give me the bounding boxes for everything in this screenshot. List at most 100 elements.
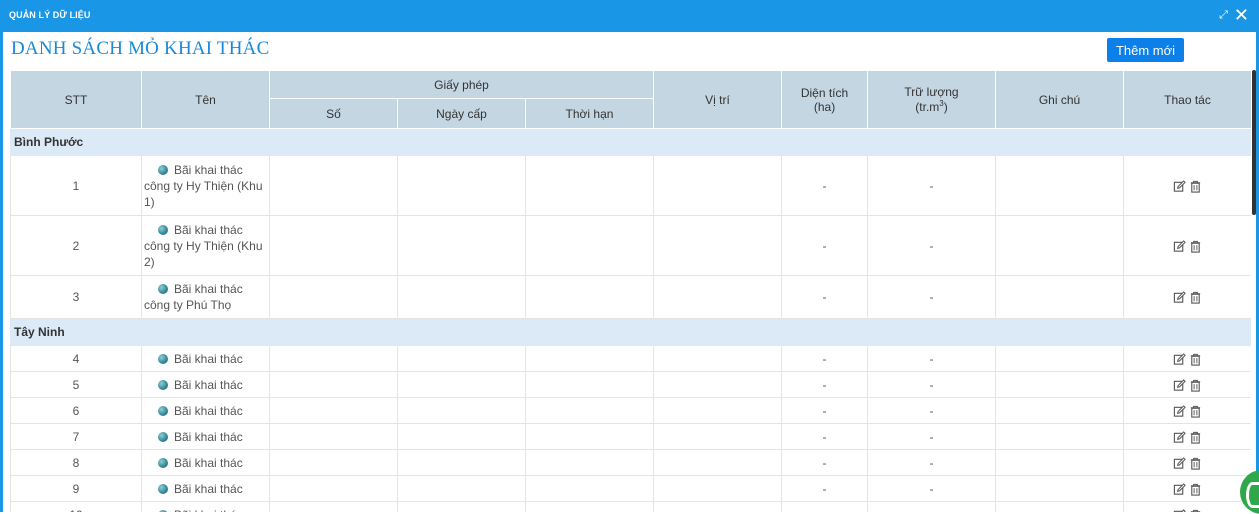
cell-ten[interactable]: Bãi khai thác: [142, 346, 270, 372]
edit-icon[interactable]: [1173, 238, 1186, 252]
header-dien-tich-unit: (ha): [782, 100, 867, 114]
trash-icon[interactable]: [1189, 481, 1202, 495]
table-row[interactable]: 10Bãi khai thác--: [11, 502, 1252, 513]
cell-thoi-han: [526, 398, 654, 424]
table-row[interactable]: 6Bãi khai thác--: [11, 398, 1252, 424]
table-row[interactable]: 9Bãi khai thác--: [11, 476, 1252, 502]
header-tru-luong-label: Trữ lượng: [868, 85, 995, 99]
edit-icon[interactable]: [1173, 178, 1186, 192]
edit-icon[interactable]: [1173, 481, 1186, 495]
cell-tru-luong: -: [868, 156, 996, 216]
header-ten: Tên: [142, 71, 270, 129]
table-body: Bình Phước1Bãi khai thác công ty Hy Thiệ…: [11, 129, 1252, 513]
cell-thoi-han: [526, 156, 654, 216]
header-dien-tich-label: Diện tích: [782, 86, 867, 100]
close-icon[interactable]: ✕: [1234, 6, 1249, 24]
trash-icon[interactable]: [1189, 238, 1202, 252]
edit-icon[interactable]: [1173, 403, 1186, 417]
header-thoi-han: Thời hạn: [526, 99, 654, 129]
cell-vi-tri: [654, 156, 782, 216]
cell-ghi-chu: [996, 372, 1124, 398]
globe-icon: [158, 380, 168, 390]
add-new-button[interactable]: Thêm mới: [1107, 38, 1184, 62]
table-row[interactable]: 8Bãi khai thác--: [11, 450, 1252, 476]
table-row[interactable]: 7Bãi khai thác--: [11, 424, 1252, 450]
globe-icon: [158, 284, 168, 294]
vertical-scrollbar[interactable]: [1252, 70, 1256, 215]
trash-icon[interactable]: [1189, 178, 1202, 192]
cell-ghi-chu: [996, 450, 1124, 476]
cell-vi-tri: [654, 450, 782, 476]
edit-icon[interactable]: [1173, 290, 1186, 304]
table-row[interactable]: 2Bãi khai thác công ty Hy Thiện (Khu 2)-…: [11, 216, 1252, 276]
cell-tru-luong: -: [868, 398, 996, 424]
cell-tru-luong: -: [868, 502, 996, 513]
globe-icon: [158, 165, 168, 175]
mine-name[interactable]: Bãi khai thác: [174, 508, 243, 513]
cell-so: [270, 156, 398, 216]
cell-so: [270, 398, 398, 424]
trash-icon[interactable]: [1189, 403, 1202, 417]
page-title: DANH SÁCH MỎ KHAI THÁC: [11, 38, 269, 60]
cell-ten[interactable]: Bãi khai thác: [142, 372, 270, 398]
cell-ten[interactable]: Bãi khai thác: [142, 450, 270, 476]
mine-name[interactable]: Bãi khai thác: [174, 456, 243, 470]
cell-actions: [1124, 502, 1251, 513]
edit-icon[interactable]: [1173, 429, 1186, 443]
mine-name[interactable]: Bãi khai thác: [174, 352, 243, 366]
group-row: Bình Phước: [11, 129, 1252, 156]
cell-ten[interactable]: Bãi khai thác: [142, 502, 270, 513]
cell-stt: 9: [11, 476, 142, 502]
edit-icon[interactable]: [1173, 351, 1186, 365]
cell-ten[interactable]: Bãi khai thác công ty Hy Thiện (Khu 2): [142, 216, 270, 276]
cell-stt: 5: [11, 372, 142, 398]
cell-ngay-cap: [398, 346, 526, 372]
table-row[interactable]: 5Bãi khai thác--: [11, 372, 1252, 398]
cell-dien-tich: -: [782, 424, 868, 450]
mine-name[interactable]: Bãi khai thác: [174, 378, 243, 392]
cell-dien-tich: -: [782, 476, 868, 502]
expand-icon[interactable]: ⤢: [1219, 10, 1228, 21]
cell-vi-tri: [654, 398, 782, 424]
cell-ten[interactable]: Bãi khai thác: [142, 476, 270, 502]
edit-icon[interactable]: [1173, 377, 1186, 391]
mine-name[interactable]: Bãi khai thác: [174, 482, 243, 496]
cell-ten[interactable]: Bãi khai thác: [142, 424, 270, 450]
header-so: Số: [270, 99, 398, 129]
cell-thoi-han: [526, 450, 654, 476]
cell-stt: 7: [11, 424, 142, 450]
cell-ghi-chu: [996, 476, 1124, 502]
mine-name[interactable]: Bãi khai thác: [174, 430, 243, 444]
cell-ten[interactable]: Bãi khai thác công ty Phú Thọ: [142, 276, 270, 319]
cell-thoi-han: [526, 476, 654, 502]
globe-icon: [158, 484, 168, 494]
cell-stt: 3: [11, 276, 142, 319]
cell-actions: [1124, 476, 1251, 502]
cell-actions: [1124, 216, 1251, 276]
trash-icon[interactable]: [1189, 455, 1202, 469]
cell-stt: 8: [11, 450, 142, 476]
header-giay-phep: Giấy phép: [270, 71, 654, 99]
edit-icon[interactable]: [1173, 455, 1186, 469]
cell-ghi-chu: [996, 216, 1124, 276]
table-row[interactable]: 1Bãi khai thác công ty Hy Thiện (Khu 1)-…: [11, 156, 1252, 216]
trash-icon[interactable]: [1189, 290, 1202, 304]
group-row: Tây Ninh: [11, 319, 1252, 346]
cell-dien-tich: -: [782, 372, 868, 398]
header-tru-luong-unit-close: ): [944, 100, 948, 114]
cell-ten[interactable]: Bãi khai thác công ty Hy Thiện (Khu 1): [142, 156, 270, 216]
cell-tru-luong: -: [868, 276, 996, 319]
edit-icon[interactable]: [1173, 507, 1186, 512]
trash-icon[interactable]: [1189, 507, 1202, 512]
trash-icon[interactable]: [1189, 429, 1202, 443]
trash-icon[interactable]: [1189, 351, 1202, 365]
cell-thoi-han: [526, 346, 654, 372]
window-title: QUẢN LÝ DỮ LIỆU: [9, 10, 90, 20]
mine-table-container: STT Tên Giấy phép Vị trí Diện tích (ha) …: [10, 70, 1251, 512]
mine-name[interactable]: Bãi khai thác: [174, 404, 243, 418]
mine-table: STT Tên Giấy phép Vị trí Diện tích (ha) …: [10, 70, 1251, 512]
trash-icon[interactable]: [1189, 377, 1202, 391]
table-row[interactable]: 4Bãi khai thác--: [11, 346, 1252, 372]
cell-ten[interactable]: Bãi khai thác: [142, 398, 270, 424]
table-row[interactable]: 3Bãi khai thác công ty Phú Thọ--: [11, 276, 1252, 319]
